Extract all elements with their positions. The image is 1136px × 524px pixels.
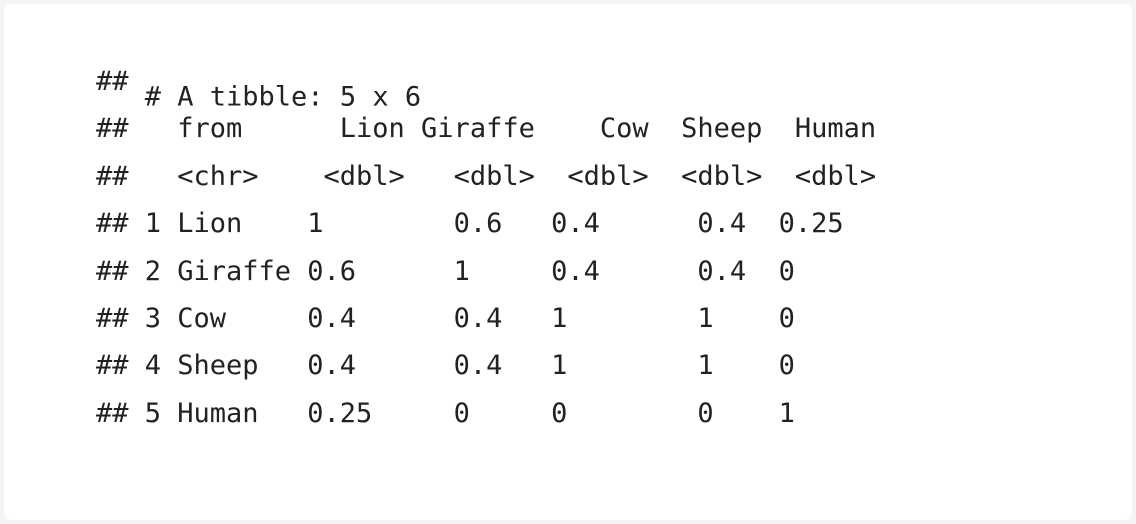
table-row: ## 3 Cow 0.4 0.4 1 1 0 <box>96 295 876 342</box>
row-index: 5 <box>144 397 161 429</box>
table-row: ## 4 Sheep 0.4 0.4 1 1 0 <box>96 342 876 389</box>
column-type-sheep: <dbl> <box>681 160 763 192</box>
row-index: 3 <box>144 302 161 334</box>
comment-prefix: ## <box>96 160 129 192</box>
column-header-lion: Lion <box>339 113 405 145</box>
comment-prefix: ## <box>96 113 129 145</box>
tibble-header-line: ## # A tibble: 5 x 6 <box>96 58 876 112</box>
comment-prefix: ## <box>96 255 129 287</box>
column-type-cow: <dbl> <box>567 160 649 192</box>
column-header-sheep: Sheep <box>681 113 763 145</box>
row-index: 2 <box>144 255 161 287</box>
cell-lion: 0.4 <box>307 350 357 382</box>
cell-from: Giraffe <box>177 255 292 287</box>
output-panel: ## # A tibble: 5 x 6 ## from Lion Giraffe Co… <box>4 4 1132 520</box>
cell-cow: 0.4 <box>551 255 600 287</box>
cell-human: 0 <box>778 302 795 334</box>
column-header-human: Human <box>794 113 877 145</box>
table-row: ## 1 Lion 1 0.6 0.4 0.4 0.25 <box>96 200 876 247</box>
column-type-giraffe: <dbl> <box>453 160 535 192</box>
column-type-from: <chr> <box>177 160 259 192</box>
cell-lion: 0.25 <box>307 397 373 429</box>
cell-giraffe: 0.4 <box>453 302 503 334</box>
comment-prefix: ## <box>96 66 129 97</box>
cell-lion: 0.4 <box>307 302 357 334</box>
cell-cow: 0.4 <box>551 208 600 240</box>
cell-human: 0.25 <box>778 208 844 240</box>
table-row: ## 2 Giraffe 0.6 1 0.4 0.4 0 <box>96 248 876 295</box>
column-header-giraffe: Giraffe <box>421 113 535 145</box>
cell-from: Lion <box>177 208 243 240</box>
cell-sheep: 1 <box>697 302 714 334</box>
cell-giraffe: 0.6 <box>453 208 503 240</box>
cell-from: Human <box>177 397 259 429</box>
comment-prefix: ## <box>96 302 129 334</box>
cell-cow: 1 <box>551 350 568 382</box>
column-types-line: ## <chr> <dbl> <dbl> <dbl> <dbl> <dbl> <box>96 153 876 200</box>
cell-giraffe: 0 <box>453 397 470 429</box>
cell-human: 0 <box>778 255 795 287</box>
table-row: ## 5 Human 0.25 0 0 0 1 <box>96 390 876 437</box>
row-index: 1 <box>144 208 161 240</box>
cell-giraffe: 1 <box>453 255 470 287</box>
cell-lion: 1 <box>307 208 324 240</box>
comment-prefix: ## <box>96 208 129 240</box>
comment-prefix: ## <box>96 397 129 429</box>
column-header-cow: Cow <box>599 113 649 145</box>
row-index: 4 <box>144 350 161 382</box>
cell-cow: 0 <box>551 397 568 429</box>
comment-prefix: ## <box>96 350 129 382</box>
column-type-human: <dbl> <box>794 160 877 192</box>
column-header-from: from <box>177 113 243 145</box>
cell-from: Cow <box>177 302 227 334</box>
column-names-line: ## from Lion Giraffe Cow Sheep Human <box>96 105 876 152</box>
cell-cow: 1 <box>551 302 568 334</box>
cell-sheep: 0.4 <box>697 255 747 287</box>
cell-human: 0 <box>778 350 795 382</box>
cell-giraffe: 0.4 <box>453 350 503 382</box>
cell-sheep: 1 <box>697 350 714 382</box>
column-type-lion: <dbl> <box>323 160 405 192</box>
r-console-output: ## # A tibble: 5 x 6 ## from Lion Giraffe Co… <box>96 58 876 437</box>
cell-lion: 0.6 <box>307 255 357 287</box>
cell-human: 1 <box>778 397 795 429</box>
cell-sheep: 0.4 <box>697 208 747 240</box>
cell-sheep: 0 <box>697 397 714 429</box>
cell-from: Sheep <box>177 350 259 382</box>
